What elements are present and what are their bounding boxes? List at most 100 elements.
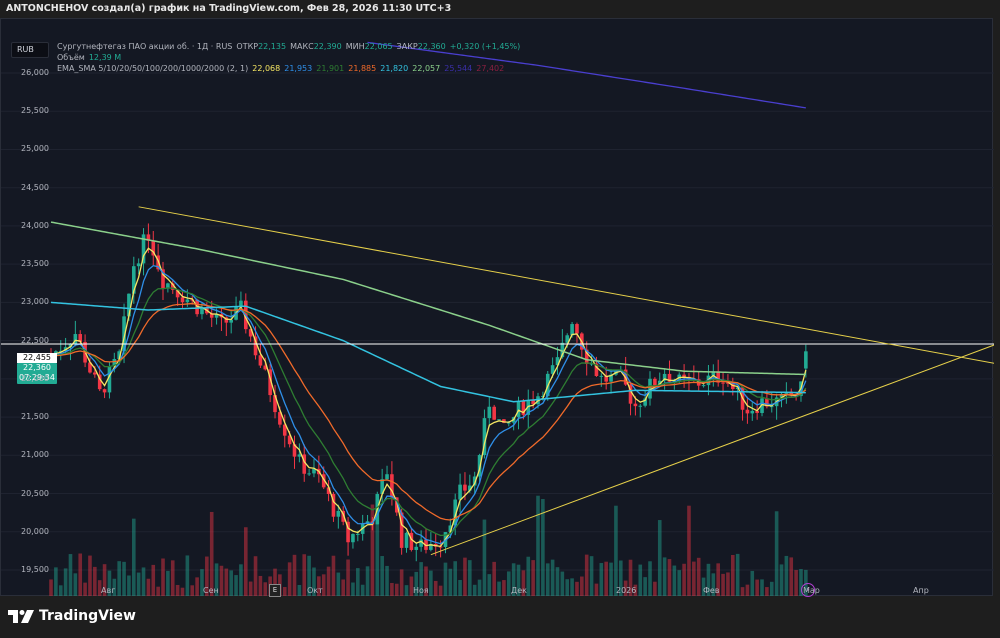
candle-body (414, 546, 419, 550)
volume-bar (477, 579, 482, 596)
volume-bar (448, 568, 453, 596)
volume-bar (692, 561, 696, 596)
volume-bar (560, 571, 565, 596)
volume-bar (166, 570, 170, 596)
currency-badge[interactable]: RUB (11, 42, 49, 58)
candle-body (463, 484, 467, 491)
ma-value: 21,953 (284, 64, 313, 73)
volume-bar (351, 582, 355, 596)
time-axis-label: Апр (913, 586, 929, 595)
price-axis-label: 23,500 (21, 259, 49, 269)
volume-label: Объём (57, 53, 85, 62)
low-value: 22,065 (364, 42, 393, 51)
volume-bar (653, 581, 657, 596)
volume-bar (774, 511, 779, 596)
volume-bar (346, 559, 350, 596)
volume-bar (146, 578, 151, 596)
volume-bar (190, 585, 195, 596)
ma-value: 21,901 (316, 64, 345, 73)
volume-bar (185, 555, 190, 596)
volume-bar (555, 567, 560, 596)
candle-body (458, 484, 462, 500)
volume-bar (93, 566, 97, 596)
horizontal-line-price-label: 22,455 (17, 353, 57, 363)
volume-bar (497, 581, 501, 596)
events-button[interactable]: E (269, 584, 281, 597)
volume-bar (745, 584, 750, 596)
volume-bar (287, 562, 292, 596)
candle-body (497, 419, 501, 421)
price-axis-label: 22,000 (21, 373, 49, 383)
chart-legend: Сургутнефтегаз ПАО акции об. · 1Д · RUS О… (57, 41, 524, 74)
volume-bar (151, 564, 156, 596)
candle-body (653, 378, 657, 386)
volume-bar (589, 556, 594, 596)
volume-bar (721, 573, 725, 596)
candle-body (721, 382, 725, 384)
volume-bar (468, 560, 472, 596)
chart-canvas[interactable] (1, 19, 994, 597)
volume-bar (643, 577, 647, 596)
volume-bar (292, 554, 297, 596)
candle-body (599, 375, 604, 377)
volume-bar (297, 584, 302, 596)
volume-bar (117, 561, 121, 596)
volume-bar (463, 557, 467, 596)
volume-bar (677, 570, 682, 596)
volume-bar (550, 559, 555, 596)
tradingview-logo[interactable]: TradingView (8, 608, 136, 624)
volume-bar (365, 566, 370, 596)
volume-bar (156, 586, 160, 596)
symbol-name[interactable]: Сургутнефтегаз ПАО акции об. · 1Д · RUS (57, 42, 232, 51)
open-label: ОТКР (236, 42, 259, 51)
candle-body (351, 534, 355, 543)
candle-body (136, 263, 141, 267)
volume-bar (88, 555, 92, 596)
volume-bar (443, 562, 448, 596)
candle-body (356, 533, 360, 535)
ma-value: 22,057 (412, 64, 441, 73)
time-axis-label: Сен (203, 586, 219, 595)
volume-bar (127, 575, 131, 596)
volume-bar (302, 554, 307, 596)
volume-bar (429, 570, 433, 596)
volume-bar (779, 564, 784, 596)
volume-bar (263, 582, 268, 596)
change-value: +0,320 (+1,45%) (449, 42, 521, 51)
volume-bar (161, 558, 165, 596)
volume-bar (380, 556, 384, 596)
volume-bar (765, 587, 769, 596)
ma-value: 22,068 (252, 64, 281, 73)
close-label: ЗАКР (396, 42, 418, 51)
candle-body (750, 410, 755, 414)
volume-bar (570, 578, 574, 596)
ma-value: 21,820 (380, 64, 409, 73)
candle-body (570, 324, 574, 336)
price-axis-label: 25,500 (21, 106, 49, 116)
ma100-line (50, 301, 806, 403)
candle-body (745, 409, 750, 414)
price-chart[interactable]: RUB Сургутнефтегаз ПАО акции об. · 1Д · … (0, 18, 994, 597)
tradingview-logo-icon (8, 609, 34, 623)
volume-bar (536, 495, 540, 596)
volume-bar (580, 576, 584, 596)
open-value: 22,135 (258, 42, 287, 51)
volume-bar (54, 567, 58, 596)
price-axis-label: 24,000 (21, 220, 49, 230)
chart-attribution: ANTONCHEHOV создал(а) график на TradingV… (0, 0, 1000, 18)
volume-bar (696, 557, 701, 596)
volume-bar (282, 586, 287, 596)
candle-body (487, 406, 492, 419)
ema20-line (50, 287, 807, 537)
volume-bar (63, 568, 68, 596)
volume-bar (399, 569, 404, 596)
volume-bar (657, 520, 662, 596)
brand-name: TradingView (39, 608, 136, 624)
low-label: МИН (345, 42, 365, 51)
volume-bar (584, 554, 589, 596)
candle-body (102, 389, 107, 393)
indicator-name[interactable]: EMA_SMA 5/10/20/50/100/200/1000/2000 (2,… (57, 64, 248, 73)
volume-bar (740, 587, 745, 596)
volume-bar (404, 585, 409, 596)
price-axis-label: 19,500 (21, 564, 49, 574)
